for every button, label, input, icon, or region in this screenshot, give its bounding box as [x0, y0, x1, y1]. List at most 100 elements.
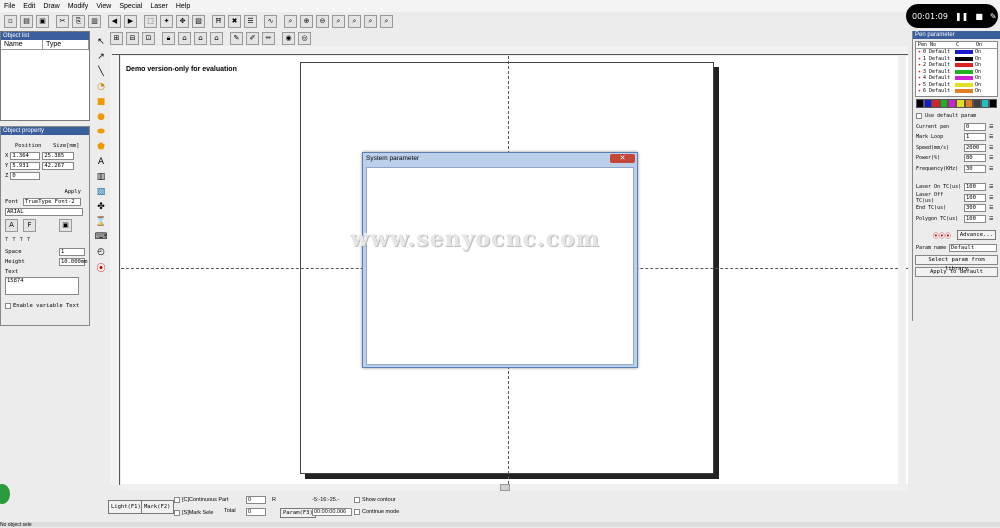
font-type-select[interactable]: TrueType Font-2 — [23, 198, 81, 206]
z-position-field[interactable]: 0 — [10, 172, 41, 180]
ruler-icon[interactable]: Ħ — [212, 14, 225, 28]
pen-row[interactable]: ✦ 6 Default On — [916, 88, 997, 95]
snap-icon[interactable]: ⊡ — [142, 31, 155, 45]
copy-icon[interactable]: ⎘ — [72, 14, 85, 28]
mark-sele-checkbox[interactable] — [174, 510, 180, 516]
y-position-field[interactable]: 5.931 — [10, 162, 41, 170]
rectangle-icon[interactable]: ■ — [95, 96, 107, 108]
spinner-icon[interactable]: ☰ — [989, 184, 993, 190]
zoom-in-icon[interactable]: ⊕ — [300, 14, 313, 28]
polygon-icon[interactable]: ⬟ — [95, 141, 107, 153]
show-contour-checkbox[interactable] — [354, 497, 360, 503]
continuous-checkbox[interactable] — [174, 497, 180, 503]
param-field[interactable]: 30 — [964, 164, 986, 173]
advance-button[interactable]: Advance... — [956, 230, 996, 241]
paste-icon[interactable]: ▥ — [88, 14, 101, 28]
spinner-icon[interactable]: ☰ — [989, 205, 993, 211]
height-field[interactable]: 10.000mm — [59, 258, 88, 266]
lock-icon[interactable]: 🔒︎ — [162, 31, 175, 45]
param-button[interactable]: Param(F3) — [280, 508, 316, 518]
menu-help[interactable]: Help — [176, 3, 190, 10]
menu-file[interactable]: File — [4, 3, 15, 10]
zoom-page-icon[interactable]: ⌕ — [348, 14, 361, 28]
menu-special[interactable]: Special — [119, 3, 142, 10]
palette-color-swatch[interactable] — [964, 99, 973, 108]
x-size-field[interactable]: 25.385 — [42, 152, 75, 160]
light-button[interactable]: Light(F1) — [108, 500, 144, 514]
node-edit-icon[interactable]: ↗ — [95, 51, 107, 63]
signal-icon[interactable]: ⦿ — [95, 261, 107, 274]
curve-icon[interactable]: ◔ — [95, 81, 107, 93]
menu-edit[interactable]: Edit — [23, 3, 35, 10]
space-field[interactable]: 1 — [59, 248, 85, 256]
font-a-icon[interactable]: A — [5, 218, 18, 232]
pen-on-state[interactable]: On — [975, 75, 981, 81]
apply-default-button[interactable]: Apply to default — [915, 267, 998, 277]
palette-color-swatch[interactable] — [988, 99, 997, 108]
pen-on-state[interactable]: On — [975, 69, 981, 75]
font-save-icon[interactable]: ▣ — [59, 218, 72, 232]
param-field[interactable]: 2000 — [964, 143, 986, 152]
menu-modify[interactable]: Modify — [68, 3, 89, 10]
pen-color-swatch[interactable] — [955, 56, 974, 61]
palette-color-swatch[interactable] — [924, 99, 933, 108]
menu-view[interactable]: View — [96, 3, 111, 10]
zoom-all-icon[interactable]: ⌕ — [380, 14, 393, 28]
zoom-out-icon[interactable]: ⊖ — [316, 14, 329, 28]
start-icon[interactable] — [0, 484, 10, 504]
undo-icon[interactable]: ◀ — [108, 14, 121, 28]
vector-icon[interactable]: ✤ — [95, 201, 107, 213]
text-tool-icon[interactable]: A — [95, 156, 107, 168]
menu-draw[interactable]: Draw — [43, 3, 59, 10]
col-type[interactable]: Type — [43, 40, 89, 49]
total-field[interactable]: 0 — [246, 508, 266, 516]
horizontal-scrollbar[interactable] — [121, 484, 908, 491]
pen-color-swatch[interactable] — [955, 76, 974, 81]
font-f-icon[interactable]: F — [23, 218, 36, 232]
wave-icon[interactable]: ∿ — [264, 14, 277, 28]
spinner-icon[interactable]: ☰ — [989, 155, 993, 161]
x-position-field[interactable]: 1.364 — [10, 152, 41, 160]
pen-icon[interactable]: ✐ — [246, 31, 259, 45]
palette-color-swatch[interactable] — [940, 99, 949, 108]
spinner-icon[interactable]: ☰ — [989, 195, 993, 201]
part-field[interactable]: 0 — [246, 496, 266, 504]
grid-icon[interactable]: ⊟ — [126, 31, 139, 45]
close-button[interactable]: ✕ — [610, 154, 635, 163]
brush-icon[interactable]: ✎ — [230, 31, 243, 45]
pen-color-swatch[interactable] — [955, 82, 974, 87]
pen-on-state[interactable]: On — [975, 56, 981, 62]
pointer-icon[interactable]: ↖ — [95, 36, 107, 48]
font-name-select[interactable]: ARIAL — [5, 208, 83, 216]
param-field[interactable]: 100 — [964, 214, 986, 223]
col-name[interactable]: Name — [1, 40, 43, 49]
text-field[interactable]: 15874 — [5, 277, 79, 295]
menu-laser[interactable]: Laser — [150, 3, 168, 10]
palette-color-swatch[interactable] — [980, 99, 989, 108]
pen-on-state[interactable]: On — [975, 62, 981, 68]
palette-color-swatch[interactable] — [948, 99, 957, 108]
view-all-icon[interactable]: ◎ — [298, 31, 311, 45]
spinner-icon[interactable]: ☰ — [989, 124, 993, 130]
timer-icon[interactable]: ⌛ — [95, 216, 107, 228]
palette-color-swatch[interactable] — [932, 99, 941, 108]
pen-color-swatch[interactable] — [955, 63, 974, 68]
select-icon[interactable]: ✦ — [160, 14, 173, 28]
param-field[interactable]: 0 — [964, 122, 986, 131]
vertical-scrollbar[interactable] — [898, 56, 906, 484]
bitmap-icon[interactable]: ▧ — [95, 186, 107, 198]
circle-icon[interactable]: ● — [95, 111, 107, 123]
pause-icon[interactable]: ❚❚ — [955, 12, 968, 21]
pen-on-state[interactable]: On — [975, 82, 981, 88]
pen-on-state[interactable]: On — [975, 49, 981, 55]
align-justify-icon[interactable]: ⊤ — [27, 237, 30, 243]
y-size-field[interactable]: 42.267 — [42, 162, 75, 170]
new-file-icon[interactable]: ▫ — [4, 14, 17, 28]
eraser-icon[interactable]: ✏ — [262, 31, 275, 45]
align-right-icon[interactable]: ⊤ — [20, 237, 23, 243]
spinner-icon[interactable]: ☰ — [989, 145, 993, 151]
param-field[interactable]: 100 — [964, 193, 986, 202]
align-left-icon[interactable]: ⊤ — [5, 237, 8, 243]
hatch-icon[interactable]: ▧ — [192, 14, 205, 28]
continue-mode-checkbox[interactable] — [354, 509, 360, 515]
